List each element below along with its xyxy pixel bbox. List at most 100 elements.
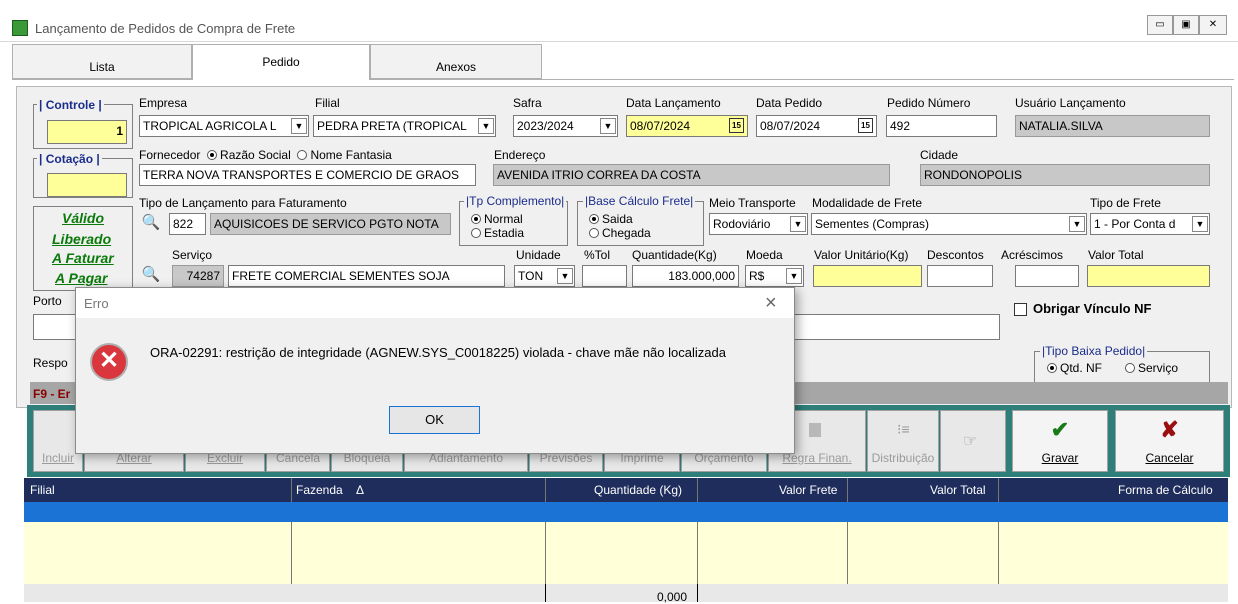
col-fazenda[interactable]: Fazenda Δ xyxy=(292,480,368,500)
col-quantidade[interactable]: Quantidade (Kg) xyxy=(590,480,686,500)
chevron-down-icon: ▼ xyxy=(1192,216,1208,232)
status-liberado: Liberado xyxy=(52,231,112,247)
porto-desc-field[interactable] xyxy=(780,314,1000,340)
pedido-numero-field[interactable]: 492 xyxy=(886,115,997,137)
servico-baixa-option[interactable]: Serviço xyxy=(1125,361,1178,375)
servico-baixa-radio[interactable] xyxy=(1125,363,1135,373)
tp-normal-radio[interactable] xyxy=(471,214,481,224)
empresa-select[interactable]: TROPICAL AGRICOLA L ▼ xyxy=(139,115,309,137)
unidade-select[interactable]: TON ▼ xyxy=(514,265,575,287)
maximize-button[interactable]: ▣ xyxy=(1173,15,1199,35)
nome-fantasia-radio[interactable] xyxy=(297,150,308,160)
descontos-field[interactable] xyxy=(927,265,993,287)
base-chegada-option[interactable]: Chegada xyxy=(589,226,651,240)
tab-lista[interactable]: Lista xyxy=(12,44,192,79)
servico-desc[interactable]: FRETE COMERCIAL SEMENTES SOJA xyxy=(228,265,505,287)
servico-search-icon[interactable]: 🔍 xyxy=(140,264,162,286)
filial-select[interactable]: PEDRA PRETA (TROPICAL ▼ xyxy=(313,115,496,137)
distribuicao-label: Distribuição xyxy=(871,451,935,465)
dialog-ok-label: OK xyxy=(425,412,444,427)
modalidade-label: Modalidade de Frete xyxy=(812,196,923,210)
tol-field[interactable] xyxy=(582,265,627,287)
col-forma-calculo[interactable]: Forma de Cálculo xyxy=(1114,480,1217,500)
base-chegada-radio[interactable] xyxy=(589,228,599,238)
distribuicao-button[interactable]: ⁝≡ Distribuição xyxy=(867,410,939,472)
data-pedido-label: Data Pedido xyxy=(756,96,823,110)
cotacao-label: | Cotação | xyxy=(37,152,102,166)
window-title: Lançamento de Pedidos de Compra de Frete xyxy=(35,21,296,36)
tab-anexos[interactable]: Anexos xyxy=(370,44,542,79)
tol-label: %Tol xyxy=(584,248,611,262)
modalidade-select[interactable]: Sementes (Compras) ▼ xyxy=(811,213,1087,235)
dialog-message: ORA-02291: restrição de integridade (AGN… xyxy=(150,345,726,360)
tipo-lancamento-search-icon[interactable]: 🔍 xyxy=(140,212,162,234)
grid-footer xyxy=(24,584,1228,602)
quantidade-field[interactable]: 183.000,000 xyxy=(632,265,739,287)
data-pedido-value: 08/07/2024 xyxy=(760,119,821,133)
valor-total-field[interactable] xyxy=(1087,265,1210,287)
usuario-field: NATALIA.SILVA xyxy=(1015,115,1210,137)
cancelar-button[interactable]: ✘ Cancelar xyxy=(1115,410,1224,472)
sort-icon: Δ xyxy=(356,483,365,497)
grid-column-lines xyxy=(697,584,698,602)
tab-pedido[interactable]: Pedido xyxy=(192,44,370,80)
chevron-down-icon: ▼ xyxy=(557,268,573,284)
dialog-close-button[interactable]: × xyxy=(765,292,777,315)
table-row[interactable] xyxy=(24,502,1228,522)
pointer-button[interactable]: ☞ xyxy=(940,410,1006,472)
modalidade-value: Sementes (Compras) xyxy=(815,217,930,231)
controle-label: | Controle | xyxy=(37,98,104,112)
valor-unitario-field[interactable] xyxy=(813,265,922,287)
usuario-label: Usuário Lançamento xyxy=(1015,96,1126,110)
error-dialog: Erro × ✕ ORA-02291: restrição de integri… xyxy=(75,287,795,454)
col-filial[interactable]: Filial xyxy=(26,480,59,500)
tp-estadia-option[interactable]: Estadia xyxy=(471,226,524,240)
fornecedor-field[interactable]: TERRA NOVA TRANSPORTES E COMERCIO DE GRA… xyxy=(139,164,476,186)
data-lancamento-field[interactable]: 08/07/2024 15 xyxy=(626,115,748,137)
col-valor-total[interactable]: Valor Total xyxy=(926,480,990,500)
base-calculo-label: |Base Cálculo Frete| xyxy=(583,194,696,208)
col-valor-frete[interactable]: Valor Frete xyxy=(775,480,841,500)
dialog-titlebar xyxy=(76,288,794,318)
tp-estadia-label: Estadia xyxy=(484,226,525,240)
moeda-select[interactable]: R$ ▼ xyxy=(745,265,804,287)
col-fazenda-label: Fazenda xyxy=(296,483,343,497)
acrescimos-field[interactable] xyxy=(1015,265,1079,287)
base-saida-radio[interactable] xyxy=(589,214,599,224)
tab-pedido-label: Pedido xyxy=(262,55,300,69)
tipo-frete-label: Tipo de Frete xyxy=(1090,196,1161,210)
obrigar-label: Obrigar Vínculo NF xyxy=(1033,301,1152,316)
moeda-label: Moeda xyxy=(746,248,783,262)
nome-fantasia-label: Nome Fantasia xyxy=(310,148,392,162)
data-pedido-field[interactable]: 08/07/2024 15 xyxy=(756,115,877,137)
status-a-pagar: A Pagar xyxy=(55,270,108,286)
valor-total-label: Valor Total xyxy=(1088,248,1144,262)
tipo-frete-select[interactable]: 1 - Por Conta d ▼ xyxy=(1090,213,1210,235)
tp-estadia-radio[interactable] xyxy=(471,228,481,238)
check-icon: ✔ xyxy=(1050,417,1070,442)
tipo-lancamento-code[interactable]: 822 xyxy=(169,213,206,235)
app-icon xyxy=(12,20,28,36)
meio-transporte-select[interactable]: Rodoviário ▼ xyxy=(709,213,808,235)
controle-field[interactable]: 1 xyxy=(47,120,127,144)
tp-normal-option[interactable]: Normal xyxy=(471,212,523,226)
qtd-nf-radio[interactable] xyxy=(1047,363,1057,373)
tab-bar: Lista Pedido Anexos xyxy=(12,44,1234,80)
safra-select[interactable]: 2023/2024 ▼ xyxy=(513,115,618,137)
razao-social-radio[interactable] xyxy=(207,150,218,160)
dialog-ok-button[interactable]: OK xyxy=(389,406,480,434)
cotacao-field[interactable] xyxy=(47,173,127,197)
qtd-nf-option[interactable]: Qtd. NF xyxy=(1047,361,1102,375)
filial-value: PEDRA PRETA (TROPICAL xyxy=(317,119,467,133)
tp-normal-label: Normal xyxy=(484,212,523,226)
tree-icon: ⁝≡ xyxy=(897,421,910,437)
base-saida-option[interactable]: Saida xyxy=(589,212,633,226)
calendar-icon[interactable]: 15 xyxy=(729,118,744,133)
calendar-icon[interactable]: 15 xyxy=(858,118,873,133)
valor-unitario-label: Valor Unitário(Kg) xyxy=(814,248,909,262)
close-window-button[interactable]: ✕ xyxy=(1199,15,1227,35)
obrigar-checkbox[interactable] xyxy=(1014,303,1027,316)
gravar-button[interactable]: ✔ Gravar xyxy=(1012,410,1108,472)
minimize-button[interactable]: ▭ xyxy=(1147,15,1173,35)
servico-baixa-label: Serviço xyxy=(1138,361,1179,375)
